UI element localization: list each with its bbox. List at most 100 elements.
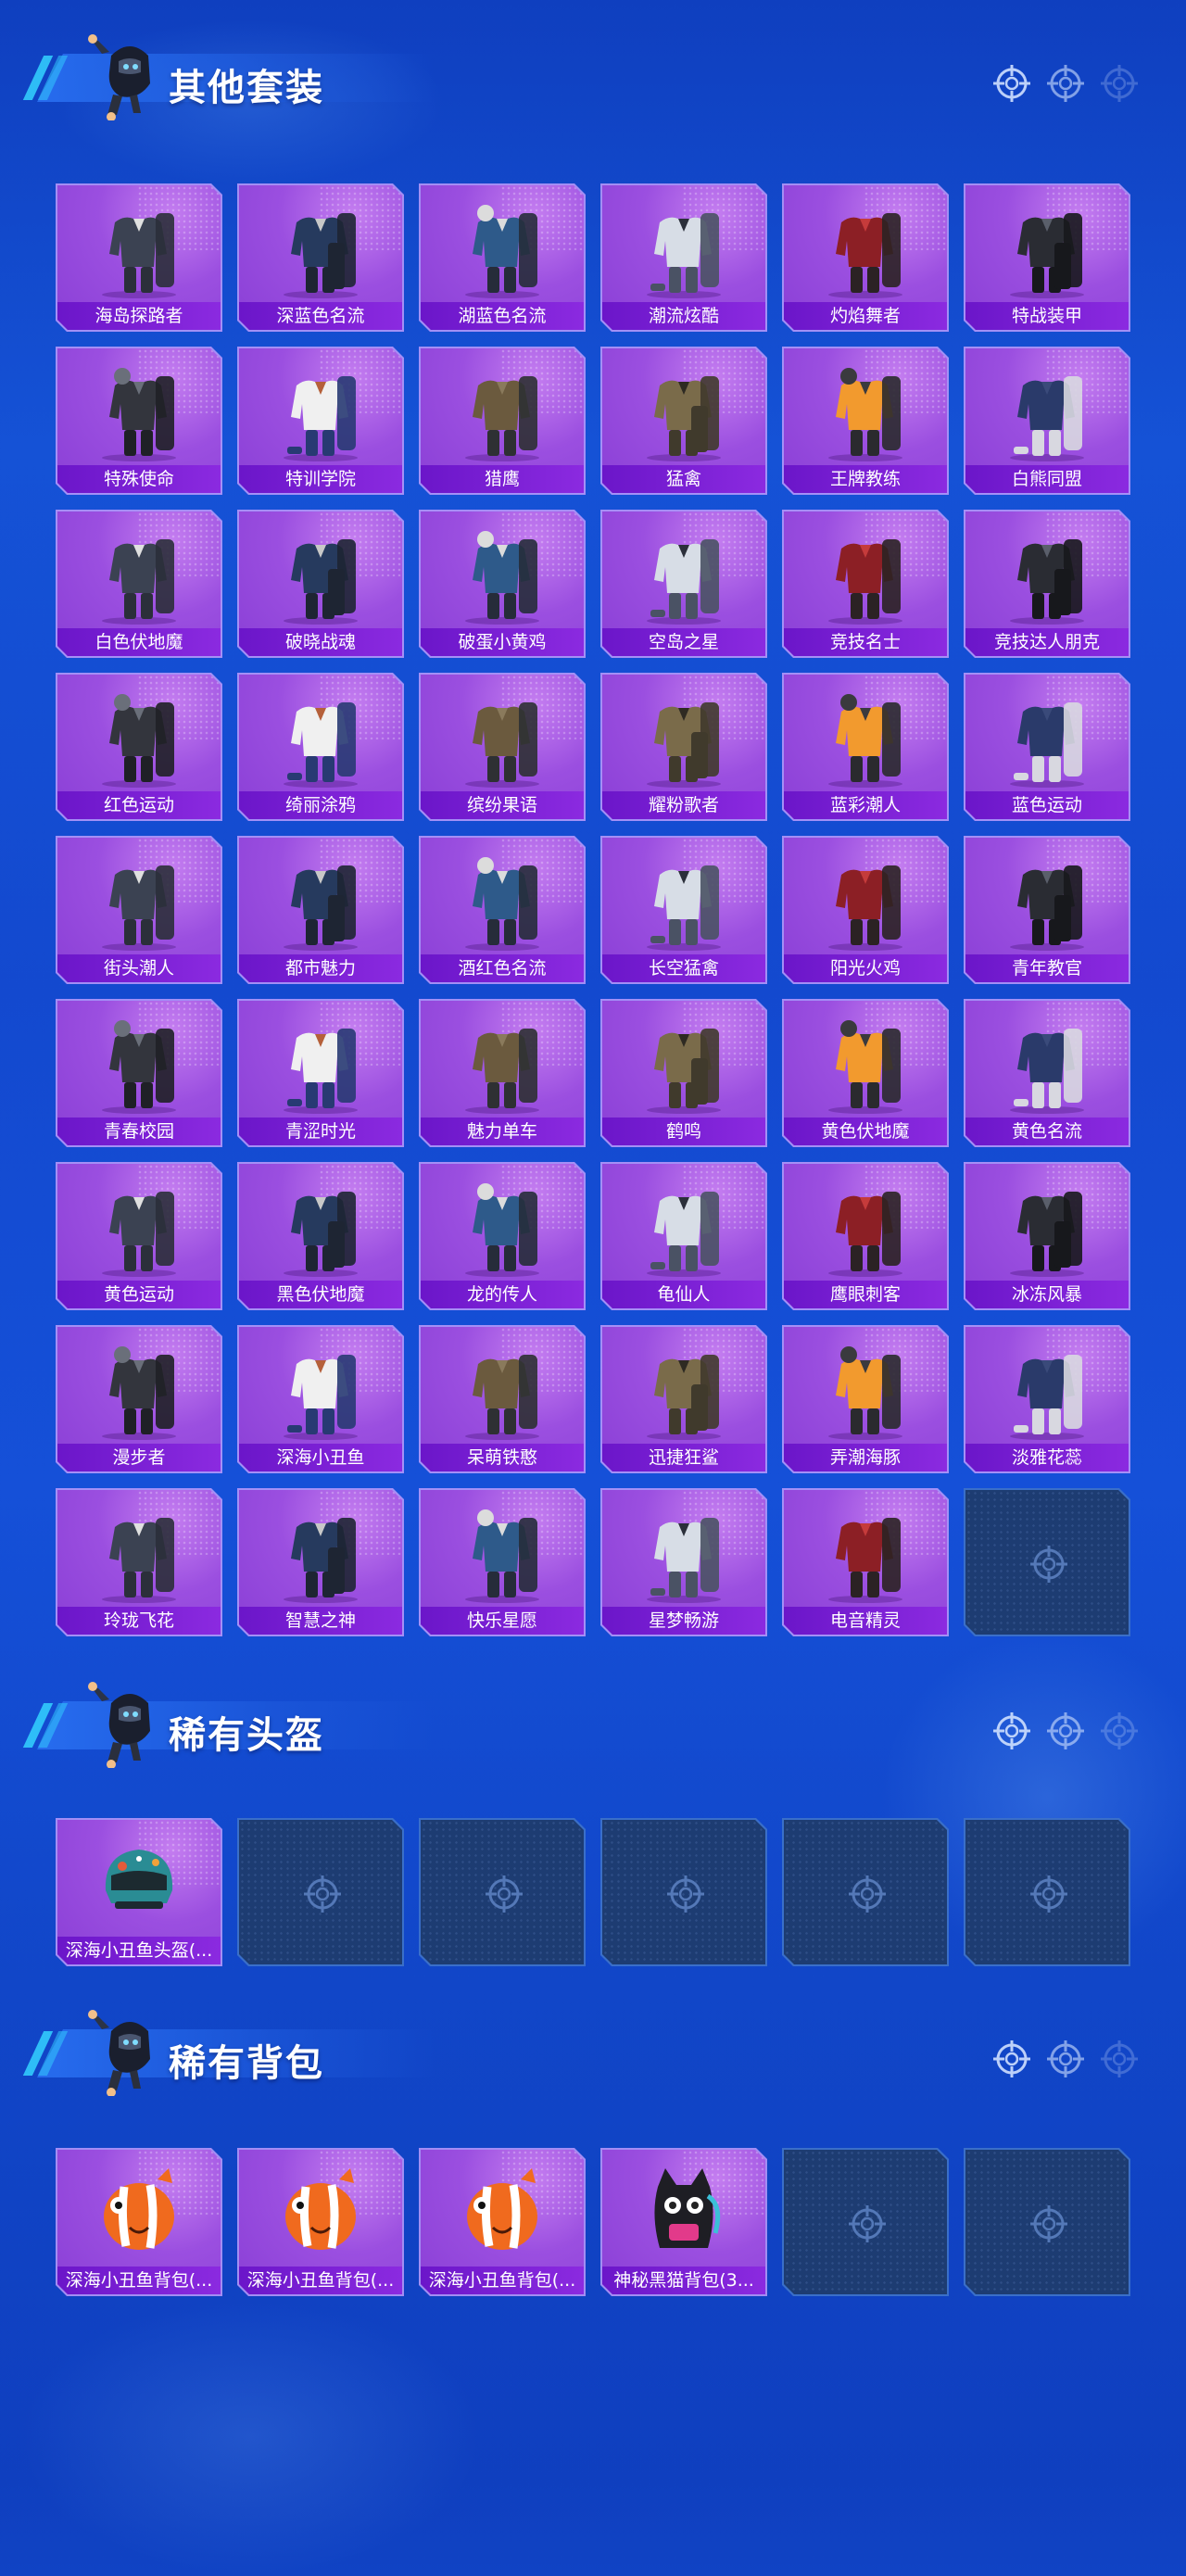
- item-name: 黑色伏地魔: [276, 1284, 365, 1305]
- item-name: 特训学院: [284, 469, 356, 489]
- item-card[interactable]: 玲珑飞花: [56, 1488, 222, 1636]
- item-card[interactable]: 耀粉歌者: [600, 673, 767, 821]
- empty-slot-body: [965, 1490, 1129, 1635]
- item-card[interactable]: 红色运动: [56, 673, 222, 821]
- item-card[interactable]: 鹤鸣: [600, 999, 767, 1147]
- item-card[interactable]: 龟仙人: [600, 1162, 767, 1310]
- item-card[interactable]: 黄色运动: [56, 1162, 222, 1310]
- item-card[interactable]: 街头潮人: [56, 836, 222, 984]
- item-card[interactable]: 黑色伏地魔: [237, 1162, 404, 1310]
- item-card[interactable]: 潮流炫酷: [600, 183, 767, 332]
- empty-slot: [782, 1818, 949, 1966]
- item-name: 深海小丑鱼背包(...: [246, 2270, 395, 2291]
- item-card[interactable]: 猛禽: [600, 347, 767, 495]
- item-card[interactable]: 特殊使命: [56, 347, 222, 495]
- item-card[interactable]: 湖蓝色名流: [419, 183, 586, 332]
- item-card-body: 缤纷果语: [421, 675, 584, 819]
- item-image: [93, 1010, 185, 1114]
- item-card[interactable]: 竞技达人朋克: [964, 510, 1130, 658]
- item-card[interactable]: 魅力单车: [419, 999, 586, 1147]
- item-card[interactable]: 冰冻风暴: [964, 1162, 1130, 1310]
- item-card[interactable]: 青春校园: [56, 999, 222, 1147]
- item-card-body: 星梦畅游: [602, 1490, 765, 1635]
- item-image: [456, 847, 549, 951]
- crosshair-icon: [1045, 2039, 1086, 2079]
- item-card[interactable]: 白熊同盟: [964, 347, 1130, 495]
- item-card[interactable]: 破蛋小黄鸡: [419, 510, 586, 658]
- item-card[interactable]: 猎鹰: [419, 347, 586, 495]
- item-name: 鹰眼刺客: [829, 1284, 901, 1305]
- item-card[interactable]: 特训学院: [237, 347, 404, 495]
- item-card-body: 魅力单车: [421, 1001, 584, 1145]
- item-image: [819, 1010, 912, 1114]
- item-card[interactable]: 王牌教练: [782, 347, 949, 495]
- mascot-icon: [74, 1675, 167, 1769]
- item-card[interactable]: 竞技名士: [782, 510, 949, 658]
- item-image: [274, 1336, 367, 1440]
- item-card[interactable]: 空岛之星: [600, 510, 767, 658]
- item-card[interactable]: 星梦畅游: [600, 1488, 767, 1636]
- item-card[interactable]: 呆萌铁憨: [419, 1325, 586, 1473]
- item-card[interactable]: 深海小丑鱼头盔(...: [56, 1818, 222, 1966]
- item-name: 红色运动: [103, 795, 174, 815]
- crosshair-icon: [1028, 2203, 1069, 2244]
- item-card[interactable]: 深蓝色名流: [237, 183, 404, 332]
- item-card[interactable]: 缤纷果语: [419, 673, 586, 821]
- section-header: 其他套装: [22, 28, 1140, 121]
- item-card[interactable]: 蓝彩潮人: [782, 673, 949, 821]
- item-card[interactable]: 电音精灵: [782, 1488, 949, 1636]
- item-card[interactable]: 龙的传人: [419, 1162, 586, 1310]
- item-card[interactable]: 深海小丑鱼背包(...: [419, 2148, 586, 2296]
- item-card[interactable]: 长空猛禽: [600, 836, 767, 984]
- item-card[interactable]: 弄潮海豚: [782, 1325, 949, 1473]
- item-card[interactable]: 破晓战魂: [237, 510, 404, 658]
- section-title: 稀有头盔: [169, 1714, 324, 1757]
- item-card[interactable]: 特战装甲: [964, 183, 1130, 332]
- item-card[interactable]: 绮丽涂鸦: [237, 673, 404, 821]
- item-card[interactable]: 海岛探路者: [56, 183, 222, 332]
- item-image: [274, 358, 367, 461]
- item-card[interactable]: 深海小丑鱼背包(...: [56, 2148, 222, 2296]
- item-card[interactable]: 青涩时光: [237, 999, 404, 1147]
- item-name: 迅捷狂鲨: [648, 1447, 719, 1468]
- empty-slot: [419, 1818, 586, 1966]
- item-card-body: 特训学院: [239, 348, 402, 493]
- item-name: 耀粉歌者: [648, 795, 719, 815]
- item-card[interactable]: 阳光火鸡: [782, 836, 949, 984]
- item-card[interactable]: 深海小丑鱼: [237, 1325, 404, 1473]
- item-card[interactable]: 青年教官: [964, 836, 1130, 984]
- item-image: [93, 195, 185, 298]
- item-card[interactable]: 酒红色名流: [419, 836, 586, 984]
- item-card[interactable]: 快乐星愿: [419, 1488, 586, 1636]
- item-card-body: 深海小丑鱼: [239, 1327, 402, 1471]
- item-card[interactable]: 鹰眼刺客: [782, 1162, 949, 1310]
- item-card[interactable]: 智慧之神: [237, 1488, 404, 1636]
- item-card[interactable]: 神秘黑猫背包(3...: [600, 2148, 767, 2296]
- item-card[interactable]: 淡雅花蕊: [964, 1325, 1130, 1473]
- item-name: 青年教官: [1011, 958, 1082, 979]
- item-image: [456, 521, 549, 625]
- item-name: 王牌教练: [829, 469, 901, 489]
- item-name: 街头潮人: [103, 958, 174, 979]
- item-card-body: 深海小丑鱼背包(...: [239, 2150, 402, 2294]
- mascot-icon: [74, 2003, 167, 2097]
- item-image: [456, 195, 549, 298]
- item-image: [819, 195, 912, 298]
- item-card-body: 红色运动: [57, 675, 221, 819]
- item-card[interactable]: 黄色伏地魔: [782, 999, 949, 1147]
- item-image: [93, 1173, 185, 1277]
- item-card[interactable]: 深海小丑鱼背包(...: [237, 2148, 404, 2296]
- item-card[interactable]: 迅捷狂鲨: [600, 1325, 767, 1473]
- item-name: 黄色名流: [1011, 1121, 1082, 1142]
- item-card[interactable]: 黄色名流: [964, 999, 1130, 1147]
- item-card-body: 淡雅花蕊: [965, 1327, 1129, 1471]
- item-name: 缤纷果语: [466, 795, 537, 815]
- item-card[interactable]: 都市魅力: [237, 836, 404, 984]
- item-card[interactable]: 蓝色运动: [964, 673, 1130, 821]
- item-card[interactable]: 灼焰舞者: [782, 183, 949, 332]
- item-card[interactable]: 白色伏地魔: [56, 510, 222, 658]
- item-name: 蓝色运动: [1011, 795, 1082, 815]
- crosshair-icon: [847, 2203, 888, 2244]
- item-card[interactable]: 漫步者: [56, 1325, 222, 1473]
- item-image: [456, 1010, 549, 1114]
